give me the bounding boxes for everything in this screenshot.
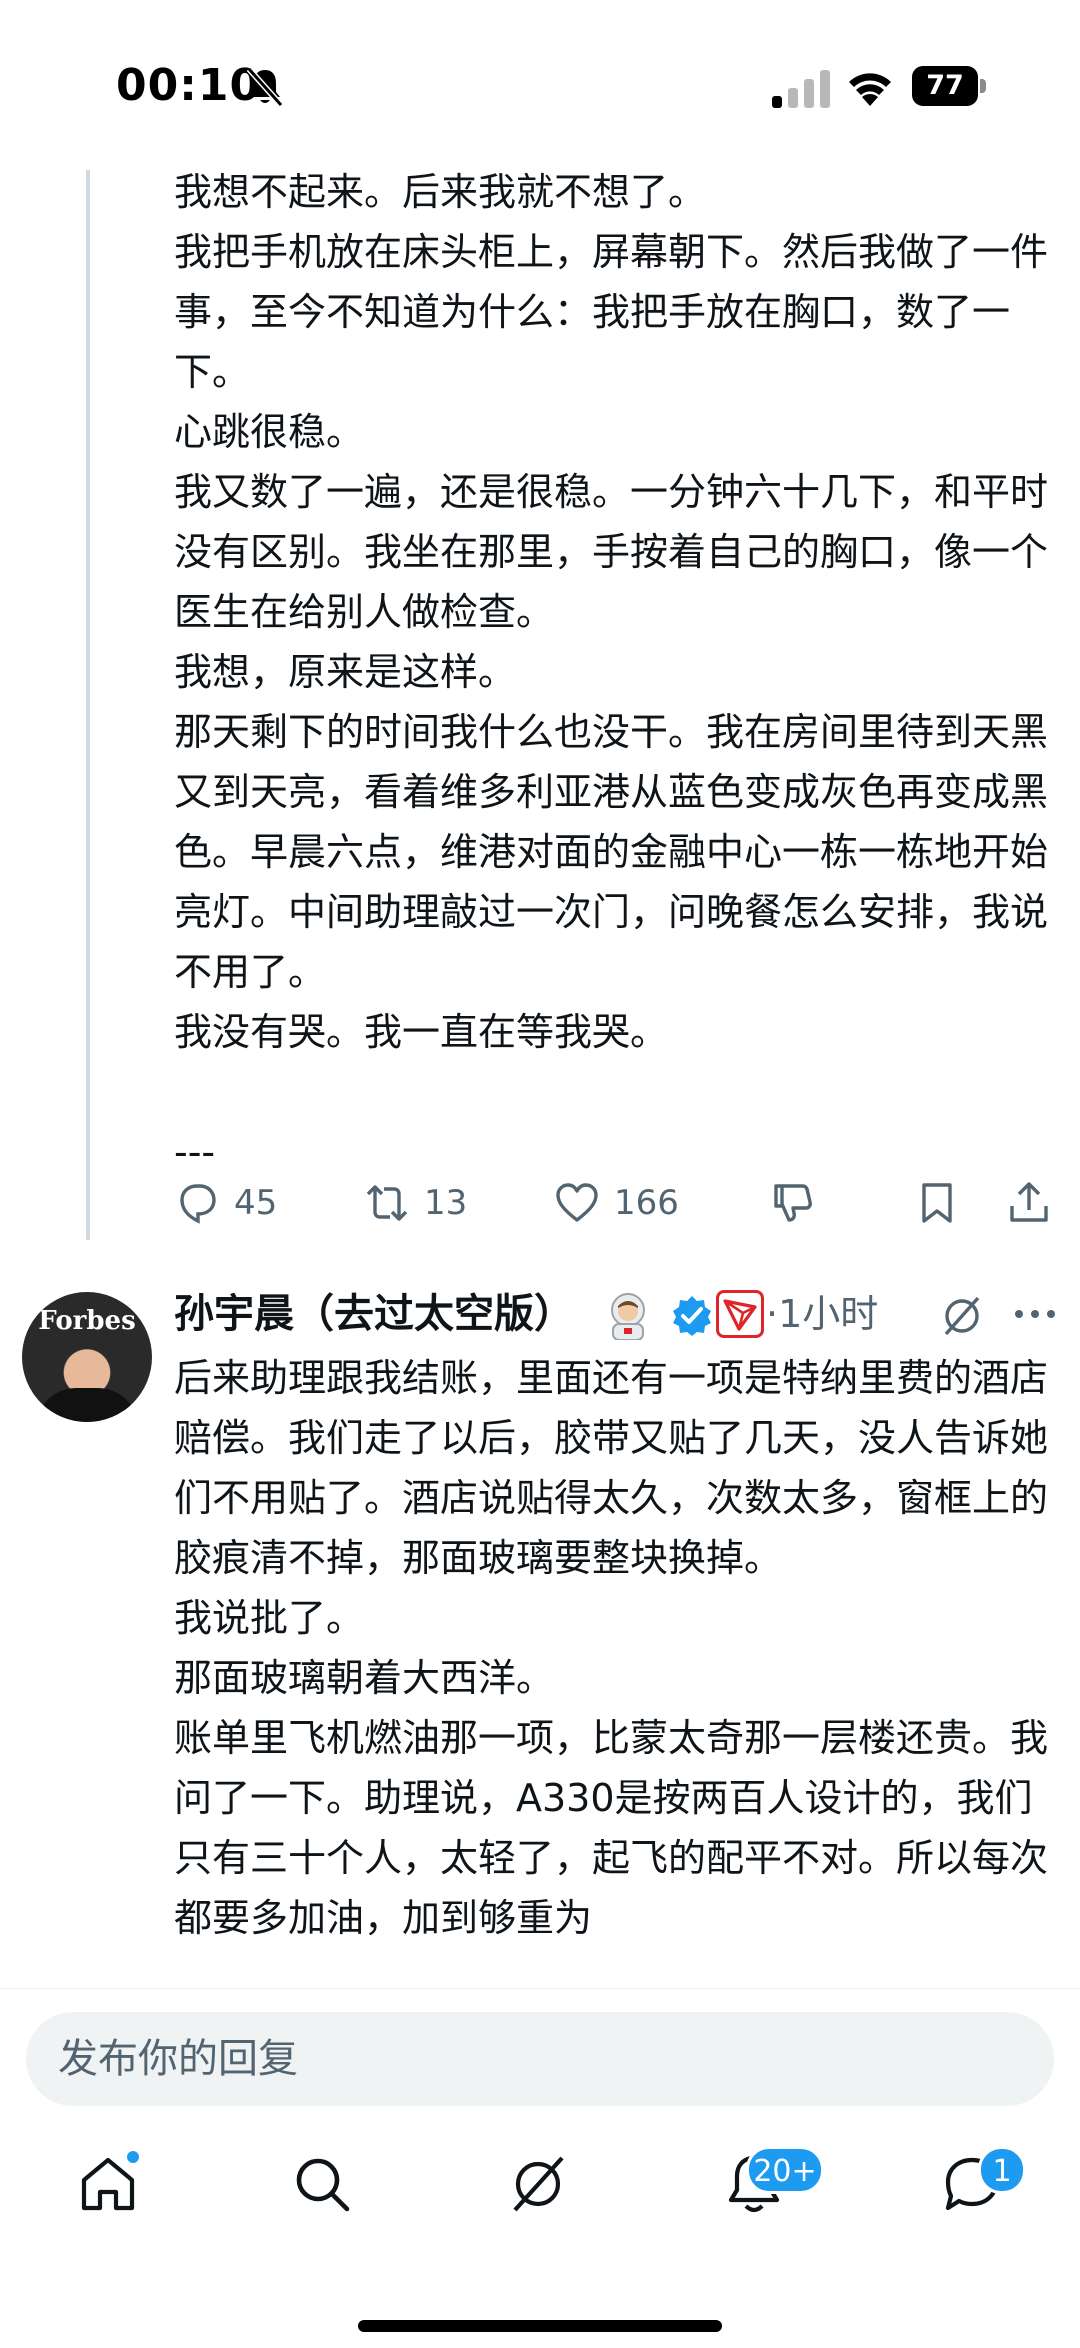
repost-icon — [366, 1185, 408, 1221]
battery-indicator: 77 — [912, 66, 986, 106]
share-button[interactable] — [1006, 1168, 1052, 1238]
post-paragraph: 我把手机放在床头柜上，屏幕朝下。然后我做了一件事，至今不知道为什么：我把手放在胸… — [174, 230, 1049, 394]
post-paragraph: 那面玻璃朝着大西洋。 — [174, 1656, 555, 1700]
bookmark-icon — [922, 1183, 952, 1223]
post-paragraph: 我想，原来是这样。 — [174, 650, 517, 694]
repost-count: 13 — [424, 1183, 468, 1223]
like-count: 166 — [614, 1183, 679, 1223]
author-name[interactable]: 孙宇晨（去过太空版） — [174, 1284, 574, 1344]
downvote-button[interactable] — [770, 1168, 816, 1238]
post-paragraph: 那天剩下的时间我什么也没干。我在房间里待到天黑又到天亮，看着维多利亚港从蓝色变成… — [174, 710, 1049, 994]
thread-post-text: 我想不起来。后来我就不想了。 我把手机放在床头柜上，屏幕朝下。然后我做了一件事，… — [174, 162, 1054, 1182]
avatar[interactable]: Forbes — [22, 1292, 152, 1422]
status-time: 00:10 — [116, 60, 262, 111]
post-paragraph: 账单里飞机燃油那一项，比蒙太奇那一层楼还贵。我问了一下。助理说，A330是按两百… — [174, 1716, 1049, 1940]
astronaut-emoji-icon — [611, 1293, 645, 1340]
home-unread-dot — [124, 2148, 142, 2166]
wifi-icon — [849, 73, 891, 106]
battery-level: 77 — [912, 66, 978, 106]
post-paragraph: 我想不起来。后来我就不想了。 — [174, 170, 707, 214]
messages-badge: 1 — [978, 2146, 1026, 2194]
notifications-badge: 20+ — [746, 2146, 824, 2194]
more-options-icon[interactable] — [1010, 1294, 1060, 1334]
nav-grok[interactable] — [506, 2152, 570, 2216]
grok-icon — [513, 2156, 564, 2212]
next-post-text: 后来助理跟我结账，里面还有一项是特纳里费的酒店赔偿。我们走了以后，胶带又贴了几天… — [174, 1348, 1054, 1983]
nav-search[interactable] — [290, 2152, 354, 2216]
post-paragraph: 后来助理跟我结账，里面还有一项是特纳里费的酒店赔偿。我们走了以后，胶带又贴了几天… — [174, 1356, 1049, 1580]
search-icon — [296, 2158, 350, 2212]
post-timestamp[interactable]: ·1小时 — [766, 1284, 878, 1344]
home-indicator — [358, 2320, 722, 2332]
share-icon — [1010, 1182, 1048, 1222]
status-bar: 00:10 77 — [0, 0, 1080, 150]
verified-badge-icon — [673, 1296, 711, 1336]
tron-affiliate-badge-icon — [716, 1290, 764, 1338]
reply-button[interactable]: 45 — [174, 1168, 277, 1238]
post-paragraph: 我又数了一遍，还是很稳。一分钟六十几下，和平时没有区别。我坐在那里，手按着自己的… — [174, 470, 1049, 634]
signal-icon — [772, 70, 830, 108]
reply-icon — [180, 1184, 216, 1224]
repost-button[interactable]: 13 — [364, 1168, 467, 1238]
thread-connector-line — [86, 170, 90, 1240]
post-paragraph-empty — [174, 1062, 1054, 1122]
battery-tip — [980, 79, 986, 93]
reply-input[interactable] — [26, 2012, 1054, 2106]
post-paragraph: 我说批了。 — [174, 1596, 365, 1640]
post-paragraph: 心跳很稳。 — [174, 410, 365, 454]
post-paragraph: 我没有哭。我一直在等我哭。 — [174, 1010, 669, 1054]
like-button[interactable]: 166 — [554, 1168, 679, 1238]
thumbs-down-icon — [774, 1184, 812, 1222]
post-action-bar: 45 13 166 — [174, 1168, 1054, 1238]
avatar-figure — [36, 1388, 138, 1422]
grok-icon[interactable] — [940, 1294, 984, 1338]
reply-count: 45 — [234, 1183, 278, 1223]
heart-icon — [556, 1183, 598, 1222]
bell-off-icon — [246, 67, 284, 107]
bookmark-button[interactable] — [914, 1168, 960, 1238]
avatar-magazine-title: Forbes — [38, 1306, 136, 1336]
